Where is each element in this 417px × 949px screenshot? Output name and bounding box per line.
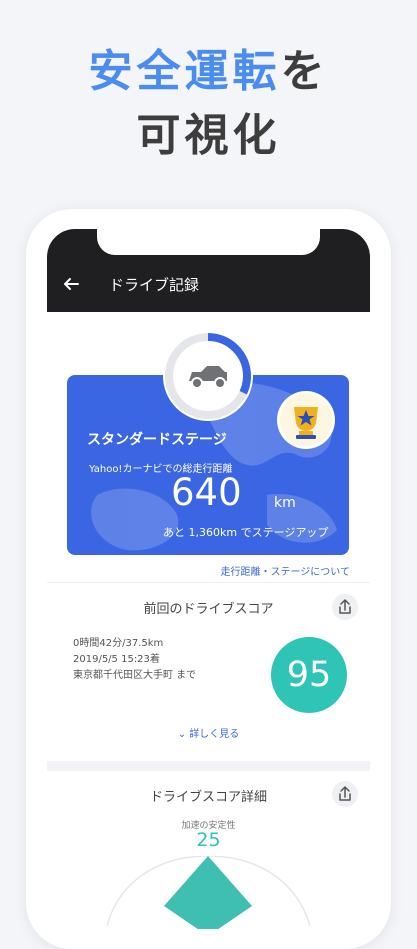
app-bar: ドライブ記録: [47, 229, 370, 312]
phone-screen: ドライブ記録 スタンダードステージ Yahoo!カーナビでの総走行距離 640 …: [47, 229, 370, 929]
headline-line-1: 安全運転を: [0, 44, 417, 100]
last-score-title: 前回のドライブスコア: [143, 602, 274, 617]
divider: [47, 582, 370, 583]
stage-badge: [277, 391, 335, 449]
share-icon[interactable]: [332, 781, 358, 807]
share-icon[interactable]: [332, 594, 358, 620]
back-arrow-icon[interactable]: [63, 276, 79, 292]
score-detail-title: ドライブスコア詳細: [149, 790, 267, 805]
drive-score: 95: [271, 637, 347, 713]
trip-destination: 東京都千代田区大手町 まで: [73, 670, 197, 681]
stage-progress-ring: [159, 327, 257, 425]
phone-notch: [97, 229, 320, 255]
headline-line-2: 可視化: [136, 110, 281, 161]
trophy-icon: [280, 394, 332, 446]
trip-arrival-time: 2019/5/5 15:23着: [73, 654, 160, 665]
headline-rest: を: [280, 46, 329, 97]
stage-name: スタンダードステージ: [87, 432, 227, 448]
distance-value: 640: [171, 471, 242, 514]
next-stage-text: あと 1,360km でステージアップ: [163, 526, 329, 539]
page-title: ドライブ記録: [109, 276, 200, 294]
stage-info-link[interactable]: 走行距離・ステージについて: [221, 563, 351, 578]
radar-chart: [107, 856, 310, 929]
trip-duration: 0時間42分/37.5km: [73, 638, 164, 649]
section-separator: [47, 761, 370, 771]
chevron-down-icon: ⌄: [177, 729, 187, 740]
metric-value: 25: [196, 829, 221, 851]
radar-shape: [164, 856, 252, 929]
details-link-label: 詳しく見る: [189, 729, 240, 740]
details-link[interactable]: ⌄ 詳しく見る: [47, 725, 370, 740]
distance-unit: km: [274, 495, 296, 511]
headline-accent: 安全運転: [88, 46, 281, 97]
